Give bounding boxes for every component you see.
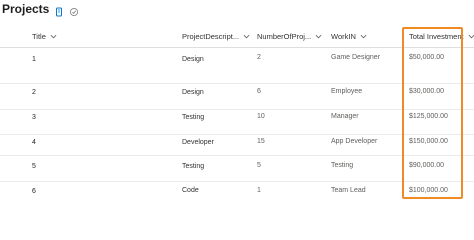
cell-number: 1 xyxy=(257,187,261,194)
chevron-down-icon xyxy=(243,34,250,39)
list-header: Projects xyxy=(2,2,79,17)
chevron-down-icon xyxy=(360,34,367,39)
cell-investment: $50,000.00 xyxy=(409,54,445,61)
cell-workin: Team Lead xyxy=(331,187,366,194)
column-header-number[interactable]: NumberOfProj... xyxy=(257,32,322,41)
cell-investment: $125,000.00 xyxy=(409,113,448,120)
cell-description: Design xyxy=(182,89,204,96)
cell-number: 5 xyxy=(257,162,261,169)
cell-workin: Game Designer xyxy=(331,54,381,61)
cell-investment: $100,000.00 xyxy=(409,187,448,194)
cell-investment: $30,000.00 xyxy=(409,88,445,95)
chevron-down-icon xyxy=(50,34,57,39)
cell-workin: App Developer xyxy=(331,138,378,145)
cell-description: Design xyxy=(182,56,204,63)
table-row[interactable]: 2 Design 6 Employee $30,000.00 xyxy=(0,84,474,110)
column-header-description[interactable]: ProjectDescript... xyxy=(182,32,250,41)
cell-investment: $90,000.00 xyxy=(409,162,445,169)
cell-description: Code xyxy=(182,187,199,194)
table-row[interactable]: 3 Testing 10 Manager $125,000.00 xyxy=(0,110,474,135)
sync-icon[interactable] xyxy=(69,4,79,17)
chevron-down-icon xyxy=(468,34,474,39)
cell-workin: Employee xyxy=(331,88,363,95)
cell-investment: $150,000.00 xyxy=(409,138,448,145)
column-header-workin[interactable]: WorkIN xyxy=(331,32,367,41)
cell-number: 15 xyxy=(257,138,265,145)
cell-number: 2 xyxy=(257,54,261,61)
column-header-investment[interactable]: Total Investment xyxy=(409,32,474,41)
cell-workin: Manager xyxy=(331,113,359,120)
table-row[interactable]: 1 Design 2 Game Designer $50,000.00 xyxy=(0,48,474,84)
column-header-row: Title ProjectDescript... NumberOfProj...… xyxy=(0,27,474,48)
chevron-down-icon xyxy=(315,34,322,39)
cell-title: 4 xyxy=(32,139,36,146)
cell-number: 6 xyxy=(257,88,261,95)
cell-title: 1 xyxy=(32,56,36,63)
page-title: Projects xyxy=(2,2,50,16)
cell-description: Developer xyxy=(182,139,214,146)
cell-workin: Testing xyxy=(331,162,354,169)
table-row[interactable]: 4 Developer 15 App Developer $150,000.00 xyxy=(0,135,474,156)
info-icon[interactable] xyxy=(54,4,64,17)
table-row[interactable]: 5 Testing 5 Testing $90,000.00 xyxy=(0,156,474,182)
cell-title: 3 xyxy=(32,114,36,121)
cell-title: 6 xyxy=(32,188,36,195)
cell-description: Testing xyxy=(182,163,205,170)
cell-title: 5 xyxy=(32,163,36,170)
cell-title: 2 xyxy=(32,89,36,96)
column-header-title[interactable]: Title xyxy=(32,32,57,41)
cell-description: Testing xyxy=(182,114,205,121)
cell-number: 10 xyxy=(257,113,265,120)
table-row[interactable]: 6 Code 1 Team Lead $100,000.00 xyxy=(0,182,474,206)
